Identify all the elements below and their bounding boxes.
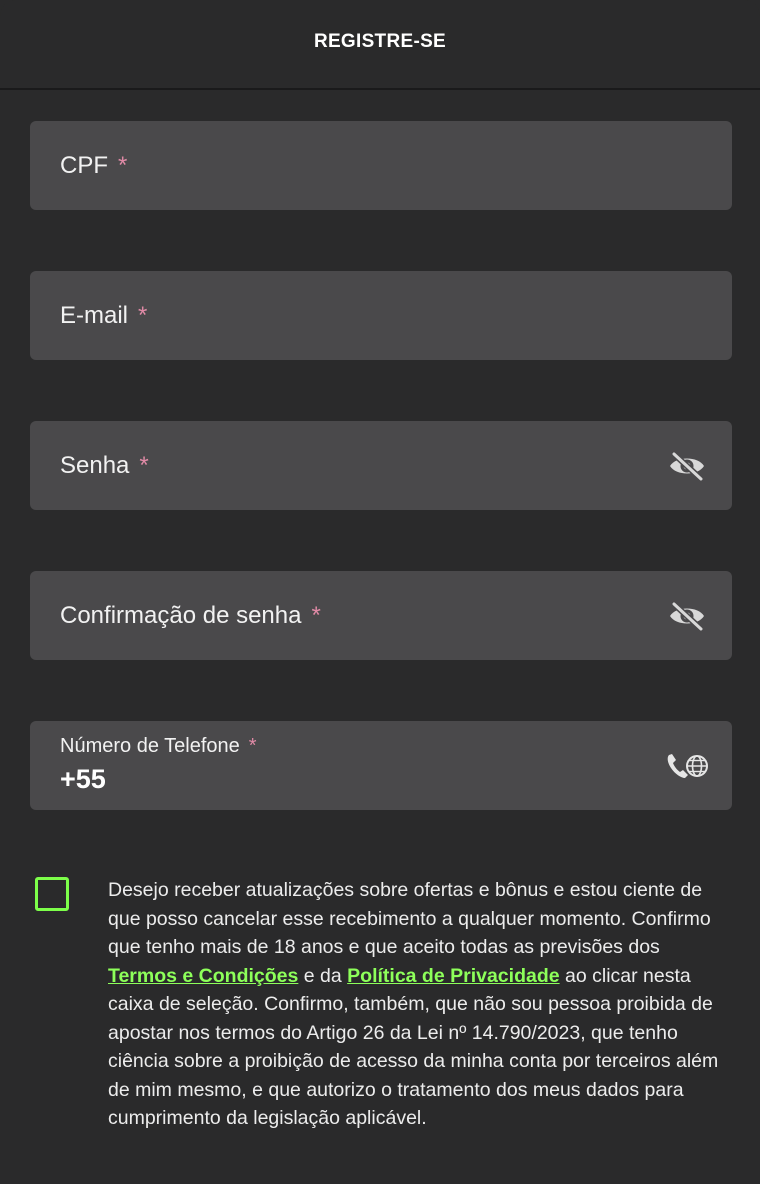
required-mark: * [138,301,148,329]
eye-off-icon[interactable] [668,600,706,631]
phone-field[interactable]: Número de Telefone * +55 [30,721,732,810]
required-mark: * [311,601,321,629]
phone-input[interactable]: +55 [60,764,660,795]
consent-checkbox[interactable] [35,877,69,911]
privacy-link[interactable]: Política de Privacidade [347,965,559,987]
cpf-label: CPF [60,151,108,179]
password-field[interactable]: Senha * [30,421,732,510]
password-confirm-label: Confirmação de senha [60,601,302,629]
required-mark: * [118,151,128,179]
page-title: REGISTRE-SE [313,31,447,52]
phone-globe-icon[interactable] [664,749,710,783]
password-label: Senha [60,451,130,479]
required-mark: * [139,451,149,479]
consent-section: Desejo receber atualizações sobre oferta… [35,876,735,1133]
register-form: CPF * E-mail * Senha * Confirmação de se… [30,121,732,871]
password-confirm-field[interactable]: Confirmação de senha * [30,571,732,660]
phone-label-row: Número de Telefone * [60,735,732,758]
consent-text-part-2: e da [298,964,348,987]
phone-label: Número de Telefone [60,735,240,757]
register-sheet: REGISTRE-SE CPF * E-mail * Senha * Confi… [0,0,760,1184]
eye-off-icon[interactable] [668,450,706,481]
required-mark: * [248,735,257,757]
consent-text: Desejo receber atualizações sobre oferta… [108,876,733,1133]
email-label: E-mail [60,301,129,329]
consent-text-part-3: ao clicar nesta caixa de seleção. Confir… [108,964,719,1130]
email-field[interactable]: E-mail * [30,271,732,360]
sheet-header: REGISTRE-SE [0,0,760,90]
terms-link[interactable]: Termos e Condições [108,965,298,987]
consent-text-part-1: Desejo receber atualizações sobre oferta… [108,879,711,958]
cpf-field[interactable]: CPF * [30,121,732,210]
